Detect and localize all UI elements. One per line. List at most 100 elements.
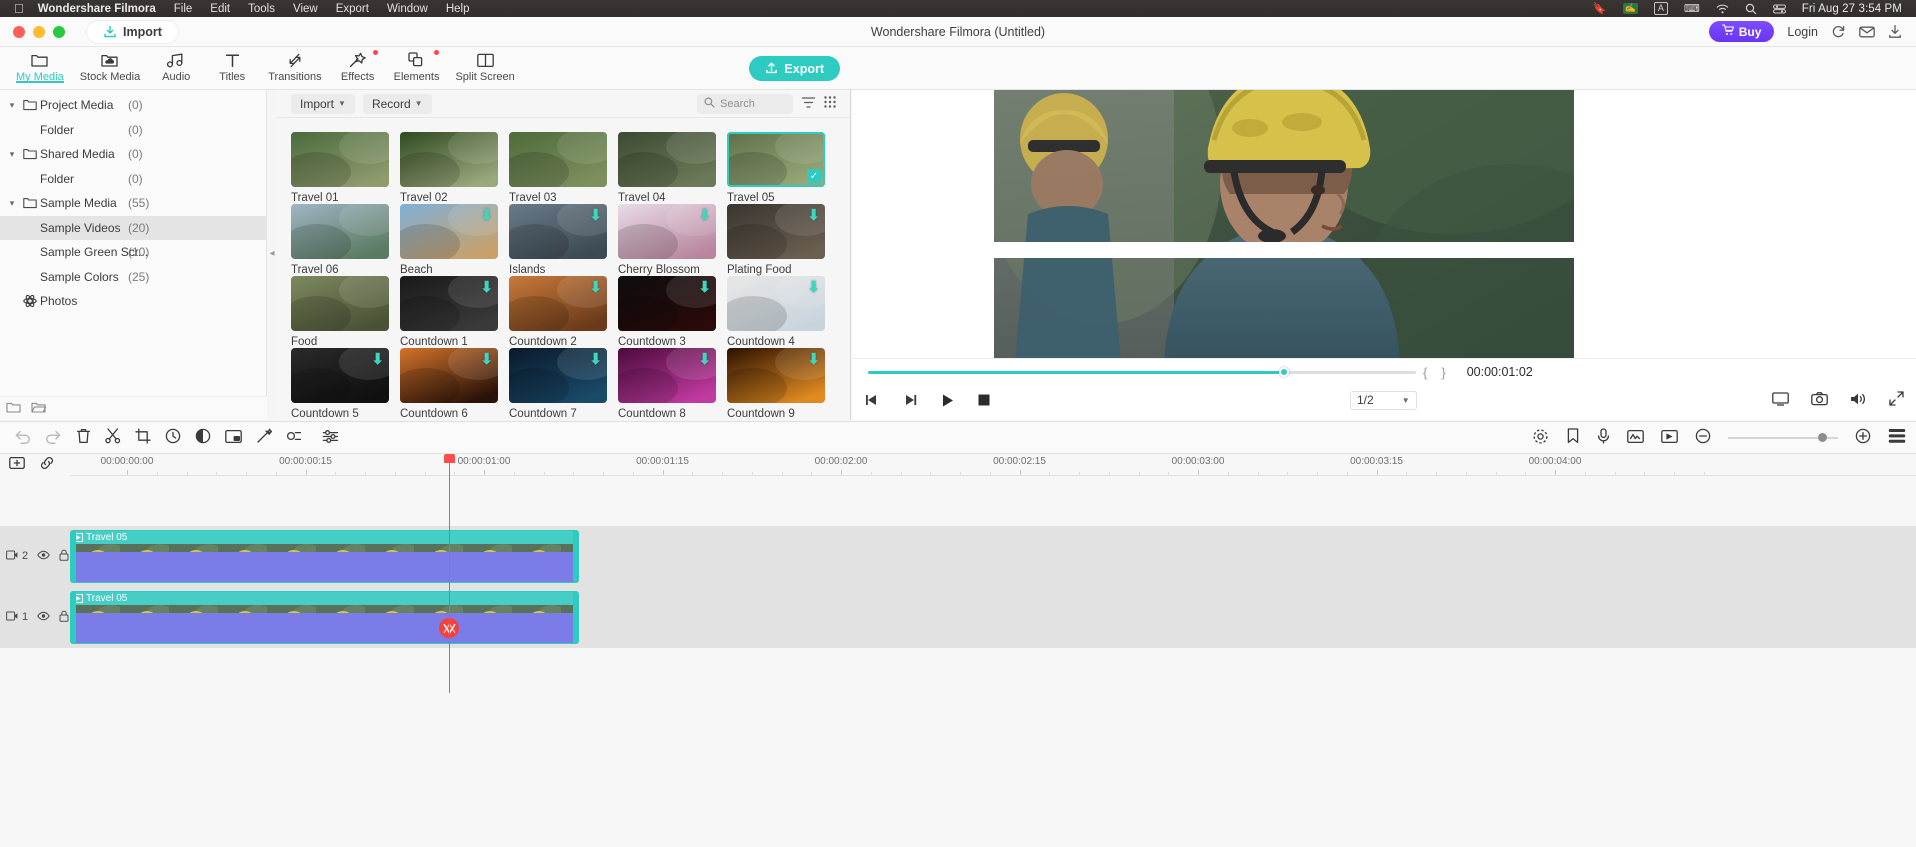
media-item[interactable]: ⬇ Countdown 5 <box>291 348 400 420</box>
download-icon[interactable] <box>1888 24 1902 39</box>
download-icon[interactable]: ⬇ <box>480 208 493 223</box>
media-thumbnail[interactable]: ⬇ <box>509 348 607 403</box>
sidebar-item-sample-videos[interactable]: Sample Videos (20) <box>0 215 266 240</box>
media-item[interactable]: Travel 04 <box>618 132 727 204</box>
prev-frame-icon[interactable] <box>864 393 880 407</box>
close-window-button[interactable] <box>13 25 25 38</box>
settings-gear-icon[interactable] <box>1532 428 1549 448</box>
timeline-playhead[interactable] <box>444 454 455 693</box>
audio-mixer-icon[interactable] <box>322 429 339 447</box>
sidebar-item-folder[interactable]: Folder (0) <box>0 118 266 143</box>
sidebar-item-sample-media[interactable]: ▾ Sample Media (55) <box>0 191 266 216</box>
keyframe-icon[interactable] <box>286 428 302 447</box>
media-item[interactable]: ⬇ Beach <box>400 204 509 276</box>
menu-window[interactable]: Window <box>387 3 428 15</box>
media-item[interactable]: ⬇ Plating Food <box>727 204 836 276</box>
menu-tools[interactable]: Tools <box>248 3 275 15</box>
download-icon[interactable]: ⬇ <box>371 352 384 367</box>
buy-button[interactable]: Buy <box>1708 21 1775 42</box>
clip-trim-handle-right[interactable] <box>573 592 578 643</box>
media-thumbnail[interactable]: ⬇ <box>291 348 389 403</box>
timeline-zoom-slider[interactable] <box>1728 432 1838 444</box>
media-thumbnail[interactable]: ⬇ <box>400 348 498 403</box>
preview-video-canvas[interactable] <box>852 90 1916 420</box>
fit-timeline-icon[interactable] <box>1888 428 1906 447</box>
zoom-out-icon[interactable] <box>1695 428 1711 447</box>
download-icon[interactable]: ⬇ <box>589 352 602 367</box>
media-item[interactable]: ⬇ Countdown 8 <box>618 348 727 420</box>
tab-transitions[interactable]: Transitions <box>260 47 329 83</box>
download-icon[interactable]: ⬇ <box>589 208 602 223</box>
media-item[interactable]: ⬇ Countdown 6 <box>400 348 509 420</box>
chevron-down-icon[interactable]: ▾ <box>4 100 20 111</box>
snapshot-camera-icon[interactable] <box>1811 391 1828 409</box>
marker-icon[interactable] <box>1566 428 1580 447</box>
media-thumbnail[interactable]: ⬇ <box>509 204 607 259</box>
menu-export[interactable]: Export <box>336 3 369 15</box>
sidebar-item-project-media[interactable]: ▾ Project Media (0) <box>0 93 266 118</box>
speed-icon[interactable] <box>165 428 181 447</box>
tab-stock-media[interactable]: Stock Media <box>72 47 149 83</box>
mark-out-icon[interactable]: } <box>1441 365 1445 380</box>
lock-icon[interactable] <box>59 610 69 625</box>
mail-icon[interactable] <box>1859 25 1875 39</box>
aspect-ratio-select[interactable]: 1/2 ▼ <box>1350 390 1417 410</box>
tab-elements[interactable]: Elements <box>386 47 448 83</box>
render-icon[interactable] <box>1661 429 1678 447</box>
media-thumbnail[interactable] <box>618 132 716 187</box>
play-icon[interactable] <box>940 393 955 408</box>
media-thumbnail[interactable] <box>291 132 389 187</box>
media-item[interactable]: ⬇ Countdown 9 <box>727 348 836 420</box>
media-thumbnail[interactable]: ⬇ <box>400 204 498 259</box>
timeline-ruler[interactable]: 00:00:00:00 00:00:00:15 00:00:01:00 00:00:0… <box>70 454 1916 476</box>
next-frame-icon[interactable] <box>902 393 918 407</box>
export-button[interactable]: Export <box>749 56 840 81</box>
media-thumbnail[interactable] <box>291 276 389 331</box>
auto-sync-icon[interactable] <box>1627 429 1644 447</box>
undo-icon[interactable] <box>14 429 31 447</box>
sidebar-item-sample-green-scr[interactable]: Sample Green Scr... (10) <box>0 240 266 265</box>
auto-enhance-icon[interactable] <box>256 428 273 447</box>
split-scissors-icon[interactable] <box>105 428 121 447</box>
sidebar-item-shared-media[interactable]: ▾ Shared Media (0) <box>0 142 266 167</box>
playhead-handle[interactable] <box>444 454 455 463</box>
clip-trim-handle-left[interactable] <box>71 592 76 643</box>
media-item[interactable]: ⬇ Islands <box>509 204 618 276</box>
download-icon[interactable]: ⬇ <box>807 352 820 367</box>
media-record-button[interactable]: Record ▼ <box>362 93 432 114</box>
media-item[interactable]: ⬇ Cherry Blossom <box>618 204 727 276</box>
player-progress-slider[interactable] <box>868 367 1416 377</box>
media-thumbnail[interactable]: ⬇ <box>727 348 825 403</box>
media-thumbnail[interactable] <box>509 132 607 187</box>
redo-icon[interactable] <box>45 429 62 447</box>
wifi-icon[interactable] <box>1716 4 1729 14</box>
expand-icon[interactable] <box>1889 391 1904 409</box>
download-icon[interactable]: ⬇ <box>480 280 493 295</box>
crop-icon[interactable] <box>135 428 151 447</box>
tab-my-media[interactable]: My Media <box>8 47 72 83</box>
refresh-icon[interactable] <box>1831 24 1846 39</box>
new-folder-icon[interactable] <box>6 401 21 417</box>
download-icon[interactable]: ⬇ <box>589 280 602 295</box>
download-icon[interactable]: ⬇ <box>807 208 820 223</box>
microphone-icon[interactable] <box>1597 428 1610 447</box>
panel-collapse-handle[interactable]: ◂ <box>268 245 276 261</box>
import-tab-button[interactable]: Import <box>87 20 178 43</box>
media-item[interactable]: ⬇ Countdown 7 <box>509 348 618 420</box>
lock-icon[interactable] <box>59 549 69 564</box>
evernote-icon[interactable]: ✍ <box>1622 3 1638 14</box>
media-item[interactable]: Travel 06 <box>291 204 400 276</box>
media-thumbnail[interactable]: ⬇ <box>727 204 825 259</box>
media-item[interactable]: ⬇ Countdown 3 <box>618 276 727 348</box>
media-item[interactable]: Travel 02 <box>400 132 509 204</box>
download-icon[interactable]: ⬇ <box>807 280 820 295</box>
picture-in-picture-icon[interactable] <box>225 429 242 447</box>
sidebar-item-photos[interactable]: Photos <box>0 289 266 314</box>
volume-icon[interactable] <box>1850 392 1867 409</box>
spotlight-search-icon[interactable] <box>1745 3 1757 15</box>
media-thumbnail[interactable]: ⬇ <box>618 348 716 403</box>
media-thumbnail[interactable]: ⬇ <box>618 276 716 331</box>
eye-icon[interactable] <box>37 550 50 563</box>
media-item[interactable]: ⬇ Countdown 4 <box>727 276 836 348</box>
filter-icon[interactable] <box>801 95 816 113</box>
